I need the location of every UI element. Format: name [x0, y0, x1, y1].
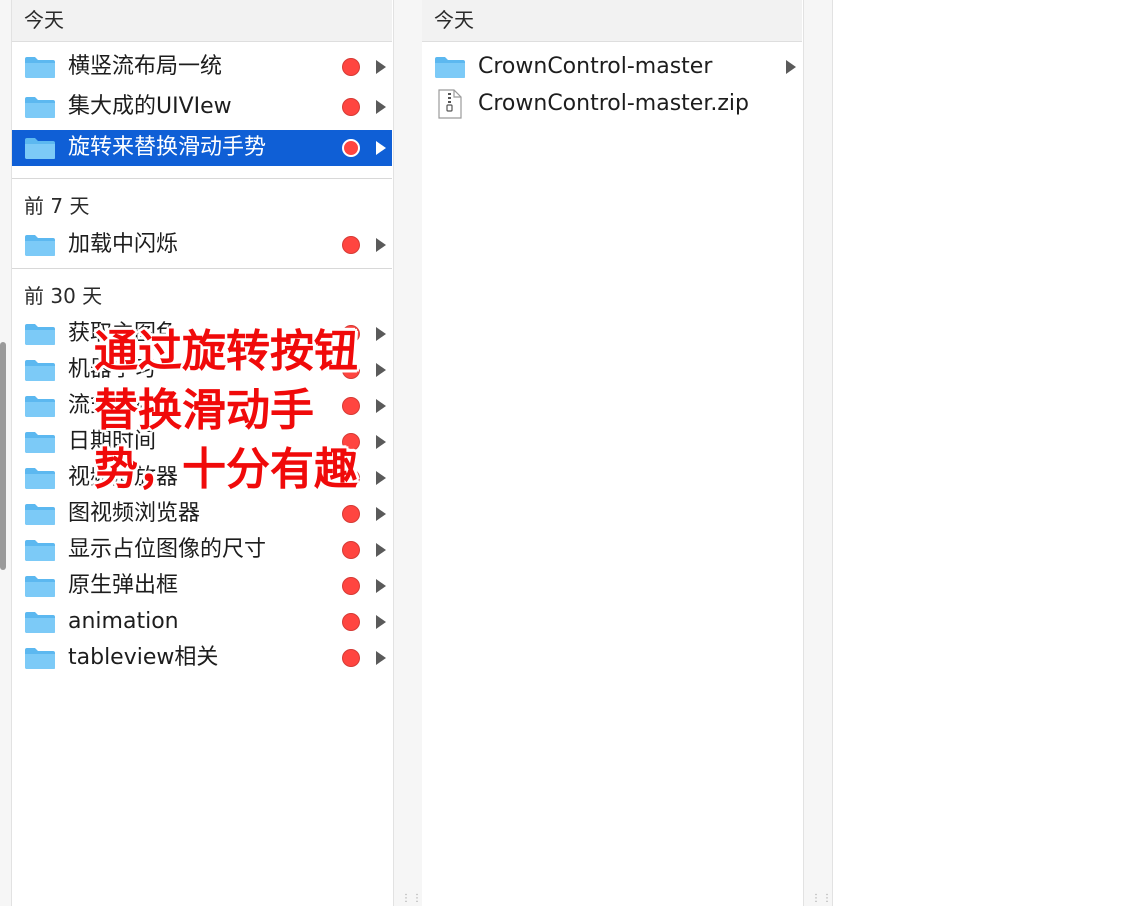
list-item[interactable]: CrownControl-master [422, 49, 802, 85]
chevron-right-icon [376, 238, 386, 252]
folder-icon [24, 467, 56, 490]
folder-icon [24, 395, 56, 418]
red-tag-icon [342, 139, 360, 157]
browser-column-1: 今天 横竖流布局一统 集大成的UIVIew 旋转来替换滑动手势 前 7 天 加载… [12, 0, 392, 906]
list-item[interactable]: 日期时间 [12, 424, 392, 460]
red-tag-icon [342, 541, 360, 559]
chevron-right-icon [376, 543, 386, 557]
chevron-right-icon [376, 399, 386, 413]
folder-icon [24, 539, 56, 562]
folder-icon [24, 323, 56, 346]
list-item[interactable]: CrownControl-master.zip [422, 86, 802, 122]
folder-icon [24, 647, 56, 670]
folder-icon [24, 137, 56, 160]
chevron-right-icon [376, 579, 386, 593]
list-item[interactable]: 加载中闪烁 [12, 227, 392, 263]
folder-icon [24, 234, 56, 257]
chevron-right-icon [786, 60, 796, 74]
item-label: 加载中闪烁 [68, 232, 179, 257]
item-label: 获取主图色 [68, 321, 179, 346]
chevron-right-icon [376, 615, 386, 629]
item-label: 集大成的UIVIew [68, 94, 232, 119]
red-tag-icon [342, 361, 360, 379]
chevron-right-icon [376, 435, 386, 449]
item-label: 日期时间 [68, 429, 157, 454]
red-tag-icon [342, 613, 360, 631]
item-label: animation [68, 609, 179, 634]
resize-handle-icon[interactable]: ⋮⋮ [401, 893, 423, 904]
item-label: 机器学习 [68, 357, 157, 382]
list-item[interactable]: 横竖流布局一统 [12, 49, 392, 85]
chevron-right-icon [376, 363, 386, 377]
item-label: 视频播放器 [68, 465, 179, 490]
chevron-right-icon [376, 60, 386, 74]
list-item[interactable]: 集大成的UIVIew [12, 89, 392, 125]
list-item[interactable]: animation [12, 604, 392, 640]
chevron-right-icon [376, 471, 386, 485]
list-item-selected[interactable]: 旋转来替换滑动手势 [12, 130, 392, 166]
list-item[interactable]: 流式布局 [12, 388, 392, 424]
list-item[interactable]: 机器学习 [12, 352, 392, 388]
chevron-right-icon [376, 327, 386, 341]
item-label: 图视频浏览器 [68, 501, 201, 526]
column-divider-1[interactable]: ⋮⋮ [393, 0, 423, 906]
zip-file-icon [438, 89, 462, 119]
red-tag-icon [342, 397, 360, 415]
column-divider-2[interactable]: ⋮⋮ [803, 0, 833, 906]
chevron-right-icon [376, 100, 386, 114]
folder-icon [24, 359, 56, 382]
section-divider [12, 178, 392, 179]
item-label: 流式布局 [68, 393, 157, 418]
section-header-today: 今天 [12, 0, 392, 42]
list-item[interactable]: 视频播放器 [12, 460, 392, 496]
red-tag-icon [342, 58, 360, 76]
red-tag-icon [342, 98, 360, 116]
left-scrollbar[interactable] [0, 342, 6, 570]
chevron-right-icon [376, 141, 386, 155]
folder-icon [24, 431, 56, 454]
item-label: 原生弹出框 [68, 573, 179, 598]
section-header-30days: 前 30 天 [24, 284, 103, 308]
folder-icon [24, 56, 56, 79]
list-item[interactable]: 原生弹出框 [12, 568, 392, 604]
folder-icon [24, 575, 56, 598]
list-item[interactable]: tableview相关 [12, 640, 392, 676]
item-label: CrownControl-master.zip [478, 91, 749, 116]
section-header-today: 今天 [422, 0, 802, 42]
resize-handle-icon[interactable]: ⋮⋮ [811, 893, 833, 904]
chevron-right-icon [376, 651, 386, 665]
browser-column-2: 今天 CrownControl-master CrownControl-mast… [422, 0, 802, 906]
section-divider [12, 268, 392, 269]
section-header-7days: 前 7 天 [24, 194, 90, 218]
red-tag-icon [342, 649, 360, 667]
folder-icon [24, 503, 56, 526]
red-tag-icon [342, 505, 360, 523]
red-tag-icon [342, 236, 360, 254]
red-tag-icon [342, 577, 360, 595]
item-label: 显示占位图像的尺寸 [68, 537, 267, 562]
red-tag-icon [342, 433, 360, 451]
item-label: 横竖流布局一统 [68, 54, 223, 79]
list-item[interactable]: 显示占位图像的尺寸 [12, 532, 392, 568]
folder-icon [434, 56, 466, 79]
item-label: CrownControl-master [478, 54, 713, 79]
item-label: 旋转来替换滑动手势 [68, 135, 267, 160]
chevron-right-icon [376, 507, 386, 521]
list-item[interactable]: 获取主图色 [12, 316, 392, 352]
folder-icon [24, 96, 56, 119]
list-item[interactable]: 图视频浏览器 [12, 496, 392, 532]
folder-icon [24, 611, 56, 634]
red-tag-icon [342, 325, 360, 343]
item-label: tableview相关 [68, 645, 219, 670]
red-tag-icon [342, 469, 360, 487]
